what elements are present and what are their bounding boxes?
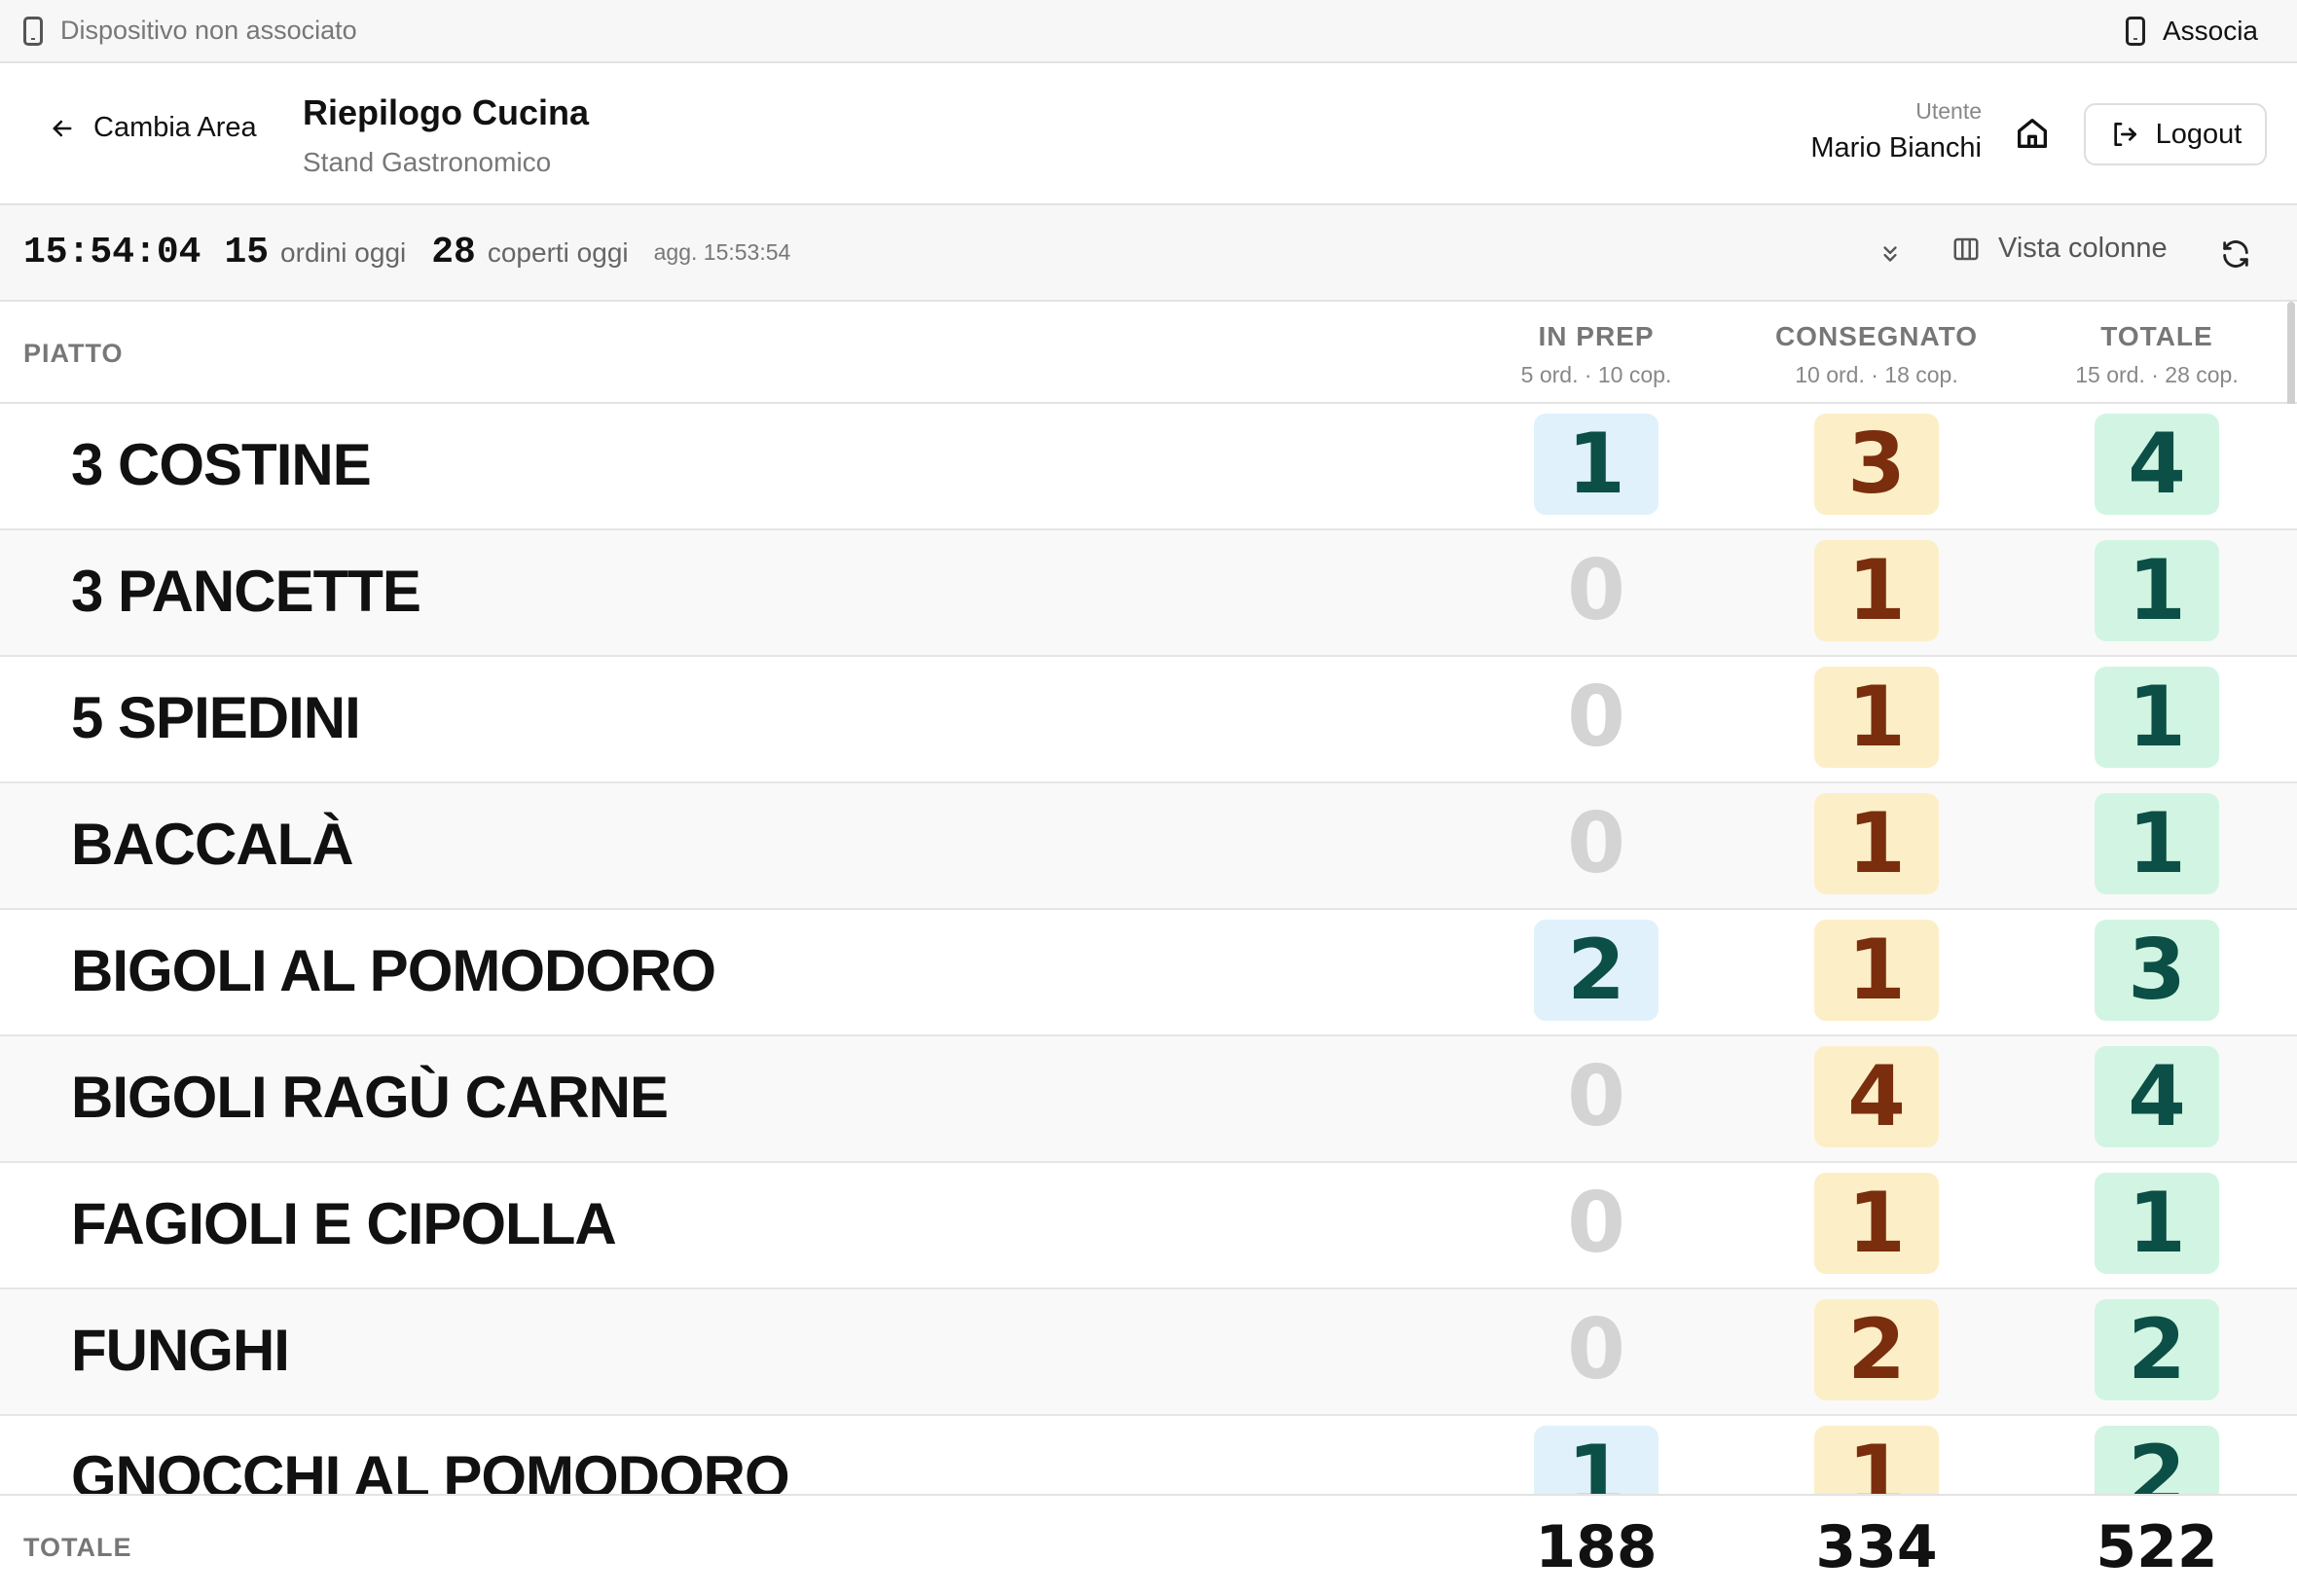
prep-count: 0 [1567,542,1625,639]
logout-label: Logout [2155,118,2242,150]
prep-total: 188 [1535,1513,1658,1581]
delivered-count: 2 [1814,1299,1939,1400]
delivered-count: 1 [1814,793,1939,894]
column-total-sub: 15 ord. · 28 cop. [2075,362,2239,387]
home-icon [2018,119,2047,148]
table-row[interactable]: 3 PANCETTE 0 1 1 [0,530,2297,657]
total-count: 1 [2095,667,2219,768]
total-count: 2 [2095,1426,2219,1494]
total-count: 1 [2095,1173,2219,1274]
column-dish: PIATTO [23,339,124,368]
refresh-icon [2223,240,2248,268]
column-total[interactable]: TOTALE 15 ord. · 28 cop. [2030,321,2283,388]
change-area-button[interactable]: Cambia Area [49,112,257,144]
phone-icon [23,16,43,46]
table-row[interactable]: GNOCCHI AL POMODORO 1 1 2 [0,1416,2297,1494]
pair-device-label: Associa [2162,15,2258,46]
phone-icon [2125,16,2145,46]
columns-view-button[interactable]: Vista colonne [1951,233,2168,265]
prep-count: 0 [1567,795,1625,892]
columns-icon [1953,237,1979,260]
covers-count: 28 [431,232,476,273]
home-button[interactable] [2013,114,2052,153]
total-count: 4 [2095,414,2219,515]
change-area-label: Cambia Area [93,112,257,143]
logout-icon [2113,123,2136,146]
dish-name: 5 SPIEDINI [71,685,361,750]
page-title: Riepilogo Cucina [303,92,590,132]
arrow-left-icon [53,120,72,136]
table-row[interactable]: FUNGHI 0 2 2 [0,1289,2297,1416]
refresh-button[interactable] [2219,237,2254,272]
last-updated: agg. 15:53:54 [653,239,791,265]
columns-view-label: Vista colonne [1998,233,2168,264]
prep-count: 0 [1567,669,1625,766]
pair-device-button[interactable]: Associa [2125,15,2274,47]
column-in-prep-sub: 5 ord. · 10 cop. [1520,362,1672,387]
logout-button[interactable]: Logout [2084,103,2267,165]
device-bar: Dispositivo non associato Associa [0,0,2297,63]
chevrons-down-icon [1883,246,1897,262]
total-count: 3 [2095,920,2219,1021]
table-row[interactable]: FAGIOLI E CIPOLLA 0 1 1 [0,1163,2297,1289]
totals-label: TOTALE [23,1533,132,1562]
stats-bar: 15:54:04 15 ordini oggi 28 coperti oggi … [0,205,2297,302]
column-in-prep[interactable]: IN PREP 5 ord. · 10 cop. [1470,321,1723,388]
prep-count: 0 [1567,1175,1625,1272]
table-row[interactable]: 5 SPIEDINI 0 1 1 [0,657,2297,783]
column-delivered[interactable]: CONSEGNATO 10 ord. · 18 cop. [1750,321,2003,388]
device-status-text: Dispositivo non associato [60,16,357,45]
delivered-count: 1 [1814,667,1939,768]
table-row[interactable]: BIGOLI AL POMODORO 2 1 3 [0,910,2297,1036]
delivered-count: 1 [1814,540,1939,641]
delivered-count: 4 [1814,1046,1939,1147]
page-header: Cambia Area Riepilogo Cucina Stand Gastr… [0,63,2297,205]
prep-count: 0 [1567,1048,1625,1145]
dish-name: FAGIOLI E CIPOLLA [71,1191,617,1256]
delivered-count: 1 [1814,920,1939,1021]
clock: 15:54:04 [23,232,201,273]
delivered-count: 3 [1814,414,1939,515]
delivered-count: 1 [1814,1173,1939,1274]
prep-count: 1 [1534,1426,1659,1494]
collapse-button[interactable] [1874,237,1907,271]
dish-name: 3 COSTINE [71,432,372,497]
device-status: Dispositivo non associato [23,16,357,46]
totals-footer: TOTALE 188 334 522 [0,1494,2297,1596]
dish-name: FUNGHI [71,1318,290,1383]
delivered-count: 1 [1814,1426,1939,1494]
grand-total: 522 [2096,1513,2218,1581]
delivered-total: 334 [1815,1513,1938,1581]
column-total-title: TOTALE [2100,321,2213,351]
table-row[interactable]: BACCALÀ 0 1 1 [0,783,2297,910]
title-block: Riepilogo Cucina Stand Gastronomico [303,92,589,178]
table-row[interactable]: 3 COSTINE 1 3 4 [0,404,2297,530]
covers-label: coperti oggi [487,236,629,268]
column-delivered-title: CONSEGNATO [1774,321,1979,351]
user-label: Utente [1915,98,1982,124]
dish-name: BIGOLI AL POMODORO [71,938,716,1003]
prep-count: 0 [1567,1301,1625,1398]
dish-name: BIGOLI RAGÙ CARNE [71,1065,669,1130]
page-subtitle: Stand Gastronomico [303,147,552,177]
table-row[interactable]: BIGOLI RAGÙ CARNE 0 4 4 [0,1036,2297,1163]
user-info: Utente Mario Bianchi [1810,98,1982,164]
user-name: Mario Bianchi [1810,132,1982,163]
prep-count: 1 [1534,414,1659,515]
dish-name: BACCALÀ [71,812,354,877]
orders-count: 15 [224,232,270,273]
total-count: 1 [2095,793,2219,894]
column-in-prep-title: IN PREP [1538,321,1655,351]
orders-label: ordini oggi [280,236,407,268]
total-count: 2 [2095,1299,2219,1400]
dish-name: 3 PANCETTE [71,559,421,624]
dish-name: GNOCCHI AL POMODORO [71,1444,790,1494]
total-count: 4 [2095,1046,2219,1147]
total-count: 1 [2095,540,2219,641]
prep-count: 2 [1534,920,1659,1021]
column-delivered-sub: 10 ord. · 18 cop. [1795,362,1958,387]
table-header: PIATTO IN PREP 5 ord. · 10 cop. CONSEGNA… [0,302,2297,404]
dish-table: 3 COSTINE 1 3 4 3 PANCETTE 0 1 1 5 SPIED… [0,404,2297,1494]
